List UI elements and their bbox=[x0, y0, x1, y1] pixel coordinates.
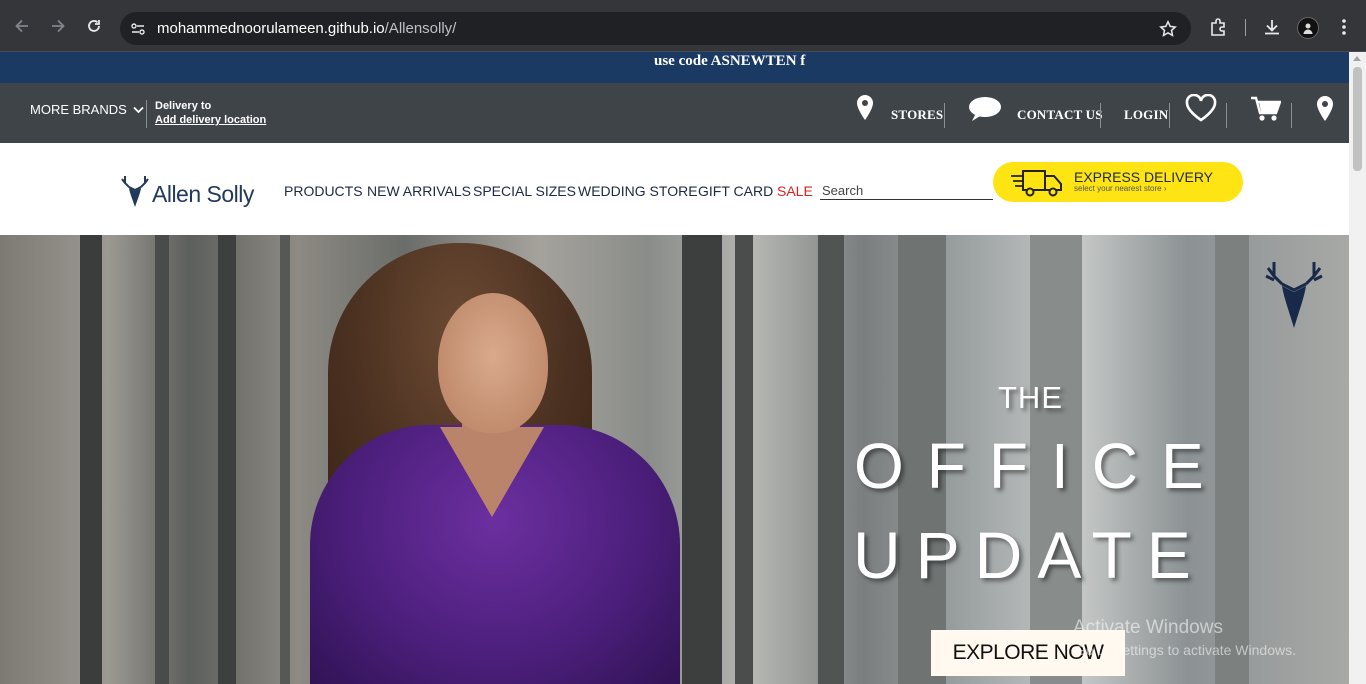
bookmark-star-icon[interactable] bbox=[1158, 19, 1178, 39]
delivery-truck-icon bbox=[1009, 166, 1065, 203]
model-collar bbox=[440, 427, 544, 517]
menu-dots-icon[interactable] bbox=[1333, 16, 1355, 38]
chevron-down-icon bbox=[133, 102, 144, 117]
separator bbox=[1100, 103, 1101, 128]
scroll-up-arrow-icon[interactable] bbox=[1353, 56, 1361, 61]
stag-logo-icon bbox=[1264, 260, 1324, 337]
hero-line-office: OFFICE bbox=[854, 430, 1227, 502]
brand-logo-text: Allen Solly bbox=[152, 181, 254, 207]
profile-icon[interactable] bbox=[1297, 17, 1319, 39]
background-pillar bbox=[218, 235, 236, 684]
cart-icon[interactable] bbox=[1250, 96, 1282, 127]
background-pillar bbox=[682, 235, 722, 684]
hero-banner: THE OFFICE UPDATE EXPLORE NOW Activate W… bbox=[0, 235, 1349, 684]
address-bar[interactable]: mohammednoorulameen.github.io/Allensolly… bbox=[120, 12, 1191, 45]
background-pillar bbox=[735, 235, 753, 684]
more-brands-label: MORE BRANDS bbox=[30, 102, 127, 117]
delivery-to-label: Delivery to bbox=[155, 100, 212, 112]
express-delivery-subtitle: select your nearest store › bbox=[1074, 184, 1167, 193]
brand-logo[interactable]: Allen Solly bbox=[120, 175, 254, 214]
background-pillar bbox=[155, 235, 169, 684]
background-pillar bbox=[80, 235, 102, 684]
stag-logo-icon bbox=[120, 175, 150, 214]
scrollbar-thumb[interactable] bbox=[1353, 67, 1362, 171]
nav-sale[interactable]: SALE bbox=[777, 183, 813, 199]
utility-bar: MORE BRANDS Delivery to Add delivery loc… bbox=[0, 83, 1349, 143]
page-scrollbar[interactable] bbox=[1349, 52, 1366, 684]
download-icon[interactable] bbox=[1261, 16, 1283, 38]
more-brands-dropdown[interactable]: MORE BRANDS bbox=[30, 102, 144, 117]
back-icon[interactable] bbox=[10, 14, 34, 38]
promo-banner: use code ASNEWTEN f bbox=[0, 52, 1349, 83]
activate-windows-subtitle: Go to Settings to activate Windows. bbox=[1075, 642, 1296, 658]
add-location-link[interactable]: Add delivery location bbox=[155, 113, 266, 127]
background-pillar bbox=[818, 235, 844, 684]
activate-windows-title: Activate Windows bbox=[1073, 617, 1223, 638]
login-link[interactable]: LOGIN bbox=[1124, 107, 1168, 123]
delivery-location[interactable]: Delivery to Add delivery location bbox=[155, 99, 266, 127]
express-delivery-button[interactable]: EXPRESS DELIVERY select your nearest sto… bbox=[993, 162, 1243, 202]
nav-new-arrivals[interactable]: NEW ARRIVALS bbox=[367, 183, 471, 199]
express-delivery-title: EXPRESS DELIVERY bbox=[1074, 169, 1214, 185]
url-text: mohammednoorulameen.github.io/Allensolly… bbox=[157, 20, 457, 37]
reload-icon[interactable] bbox=[82, 14, 106, 38]
separator bbox=[1291, 103, 1292, 128]
contact-us-link[interactable]: CONTACT US bbox=[1017, 107, 1103, 123]
heart-icon[interactable] bbox=[1185, 93, 1217, 127]
browser-toolbar: mohammednoorulameen.github.io/Allensolly… bbox=[0, 0, 1366, 52]
nav-gift-card[interactable]: GIFT CARD bbox=[698, 183, 773, 199]
forward-icon[interactable] bbox=[46, 14, 70, 38]
model-face bbox=[438, 293, 548, 433]
separator bbox=[1169, 103, 1170, 128]
nav-products[interactable]: PRODUCTS bbox=[284, 183, 363, 199]
separator bbox=[1226, 103, 1227, 128]
nav-special-sizes[interactable]: SPECIAL SIZES bbox=[473, 183, 576, 199]
search-input[interactable] bbox=[820, 183, 990, 198]
location-pin-icon[interactable] bbox=[1316, 95, 1334, 128]
separator bbox=[146, 100, 147, 128]
stores-link[interactable]: STORES bbox=[891, 107, 943, 123]
hero-line-update: UPDATE bbox=[853, 518, 1206, 592]
hero-line-the: THE bbox=[998, 380, 1063, 415]
location-pin-icon[interactable] bbox=[856, 94, 874, 127]
toolbar-divider bbox=[1245, 19, 1246, 36]
search-box[interactable] bbox=[820, 182, 993, 200]
promo-text: use code ASNEWTEN f bbox=[654, 53, 806, 69]
nav-wedding-store[interactable]: WEDDING STORE bbox=[578, 183, 698, 199]
extensions-icon[interactable] bbox=[1207, 16, 1229, 38]
separator bbox=[944, 103, 945, 128]
chat-bubble-icon[interactable] bbox=[968, 96, 1002, 127]
background-pillar bbox=[280, 235, 290, 684]
site-info-icon[interactable] bbox=[128, 19, 148, 39]
